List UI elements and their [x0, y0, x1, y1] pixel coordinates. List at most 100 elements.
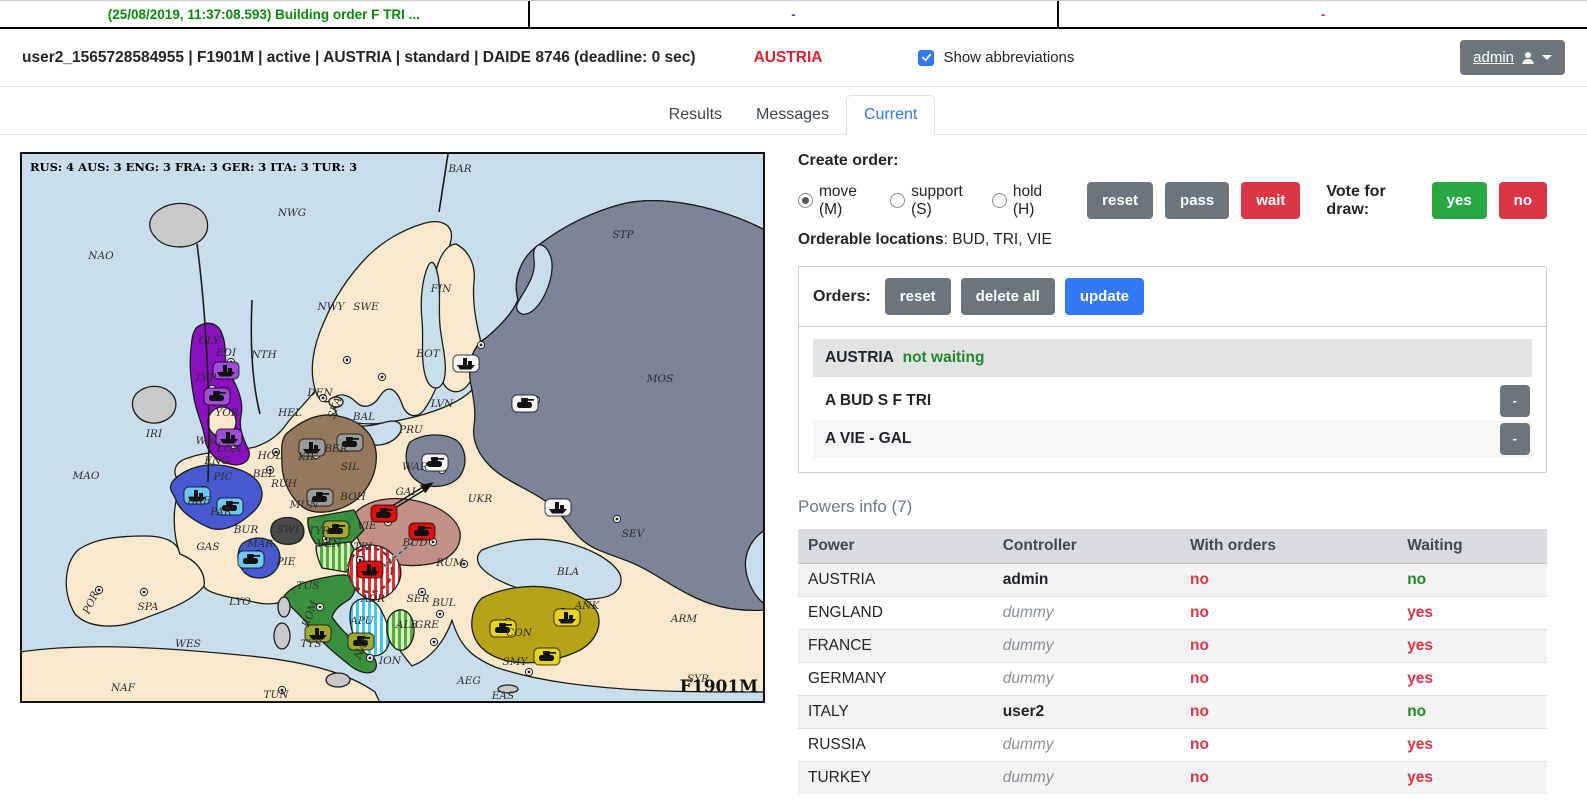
waiting-value: no: [1407, 571, 1426, 588]
province-label-PRU: PRU: [398, 424, 424, 436]
province-label-TRI: TRI: [353, 541, 373, 553]
province-label-CON: CON: [506, 627, 533, 639]
checkbox-checked-icon[interactable]: [918, 50, 934, 66]
remove-order-button[interactable]: -: [1500, 423, 1530, 455]
province-label-TUN: TUN: [263, 689, 289, 701]
orderable-locations-label: Orderable locations: [798, 231, 944, 248]
fleet-unit-england[interactable]: [213, 362, 239, 379]
vote-no-button[interactable]: no: [1499, 182, 1547, 219]
orders-delete-all-button[interactable]: delete all: [961, 278, 1055, 315]
orders-header: Orders: reset delete all update: [799, 267, 1546, 327]
province-label-NTH: NTH: [250, 349, 277, 361]
pass-button[interactable]: pass: [1165, 182, 1229, 219]
province-label-ARM: ARM: [670, 613, 697, 625]
province-label-NAF: NAF: [110, 682, 136, 694]
province-label-CLY: CLY: [198, 335, 220, 347]
with-orders-value: no: [1190, 769, 1209, 786]
tab-messages[interactable]: Messages: [739, 96, 846, 134]
col-controller: Controller: [993, 529, 1180, 564]
province-label-ALB: ALB: [395, 619, 419, 631]
sc-count-summary: RUS: 4 AUS: 3 ENG: 3 FRA: 3 GER: 3 ITA: …: [30, 160, 357, 174]
fleet-unit-russia[interactable]: [453, 355, 479, 372]
supply-center-icon: [378, 373, 385, 380]
with-orders-value: no: [1190, 604, 1209, 621]
controller-cell: dummy: [993, 729, 1180, 762]
province-label-TYS: TYS: [300, 638, 321, 650]
army-unit-france[interactable]: [238, 551, 264, 568]
status-right-value: -: [1057, 1, 1587, 27]
power-row: FRANCEdummynoyes: [798, 630, 1547, 663]
province-label-TUS: TUS: [296, 580, 319, 592]
reset-button[interactable]: reset: [1087, 182, 1153, 219]
caret-down-icon: [1542, 55, 1552, 60]
waiting-value: yes: [1407, 670, 1433, 687]
province-label-GAL: GAL: [396, 486, 419, 498]
show-abbreviations-toggle[interactable]: Show abbreviations: [918, 49, 1074, 66]
province-label-ENG: ENG: [203, 455, 229, 467]
radio-support-label: support (S): [911, 183, 974, 219]
vote-yes-button[interactable]: yes: [1432, 182, 1487, 219]
power-name-cell: ENGLAND: [798, 597, 993, 630]
province-label-MAR: MAR: [246, 538, 273, 550]
wait-button[interactable]: wait: [1241, 182, 1300, 219]
remove-order-button[interactable]: -: [1500, 385, 1530, 417]
province-label-KIE: KIE: [297, 451, 318, 463]
power-name-cell: FRANCE: [798, 630, 993, 663]
status-message: (25/08/2019, 11:37:08.593) Building orde…: [0, 1, 528, 27]
orderable-locations: Orderable locations: BUD, TRI, VIE: [798, 231, 1547, 249]
province-label-RUM: RUM: [435, 557, 464, 569]
tab-results[interactable]: Results: [652, 96, 739, 134]
orders-reset-button[interactable]: reset: [885, 278, 951, 315]
army-unit-turkey[interactable]: [534, 648, 560, 665]
army-unit-russia[interactable]: [512, 395, 538, 412]
province-label-SWE: SWE: [353, 301, 379, 313]
province-label-STP: STP: [612, 229, 634, 241]
province-label-BUR: BUR: [233, 524, 259, 536]
tab-current[interactable]: Current: [846, 95, 935, 135]
order-text: A VIE - GAL: [825, 430, 911, 448]
check-icon: [921, 52, 932, 63]
province-label-FIN: FIN: [430, 283, 452, 295]
user-menu-button[interactable]: admin: [1460, 40, 1565, 75]
province-label-BRE: BRE: [186, 495, 211, 507]
province-label-ANK: ANK: [574, 600, 601, 612]
province-label-MAO: MAO: [72, 470, 100, 482]
orders-update-button[interactable]: update: [1065, 278, 1144, 315]
province-label-BUL: BUL: [431, 597, 456, 609]
radio-hold-icon[interactable]: [992, 193, 1007, 208]
province-label-MOS: MOS: [646, 373, 674, 385]
province-label-ADR: ADR: [360, 593, 385, 605]
radio-move-label: move (M): [819, 183, 872, 219]
fleet-unit-russia[interactable]: [545, 499, 571, 516]
radio-support[interactable]: support (S): [890, 183, 974, 219]
supply-center-icon: [436, 610, 443, 617]
orders-card: Orders: reset delete all update AUSTRIA …: [798, 266, 1547, 473]
radio-hold[interactable]: hold (H): [992, 183, 1057, 219]
controller-cell: dummy: [993, 597, 1180, 630]
tab-bar: Results Messages Current: [0, 87, 1587, 135]
army-unit-england[interactable]: [204, 388, 230, 405]
controller-cell: dummy: [993, 630, 1180, 663]
waiting-value: no: [1407, 703, 1426, 720]
controller-cell: admin: [993, 564, 1180, 597]
main-content: NAONWGBARSTPMOSFINNWYSWENTHBOTLVNSKADENH…: [0, 135, 1587, 794]
radio-support-icon[interactable]: [890, 193, 905, 208]
orders-body: AUSTRIA not waiting A BUD S F TRI-A VIE …: [799, 327, 1546, 472]
province-label-IRI: IRI: [145, 428, 163, 440]
radio-move-icon[interactable]: [798, 193, 813, 208]
supply-center-icon: [613, 515, 620, 522]
radio-move[interactable]: move (M): [798, 183, 872, 219]
game-map[interactable]: NAONWGBARSTPMOSFINNWYSWENTHBOTLVNSKADENH…: [20, 152, 765, 703]
province-label-BUD: BUD: [402, 537, 429, 549]
powers-table: Power Controller With orders Waiting AUS…: [798, 529, 1547, 794]
province-label-BAL: BAL: [352, 411, 375, 423]
province-label-EDI: EDI: [215, 347, 237, 359]
province-label-HEL: HEL: [277, 407, 302, 419]
supply-center-icon: [430, 638, 437, 645]
diplomacy-map-svg[interactable]: NAONWGBARSTPMOSFINNWYSWENTHBOTLVNSKADENH…: [20, 152, 765, 703]
power-row: RUSSIAdummynoyes: [798, 729, 1547, 762]
province-label-VEN: VEN: [317, 538, 342, 550]
supply-center-icon: [366, 654, 373, 661]
fleet-unit-austria[interactable]: [357, 561, 383, 578]
col-power: Power: [798, 529, 993, 564]
